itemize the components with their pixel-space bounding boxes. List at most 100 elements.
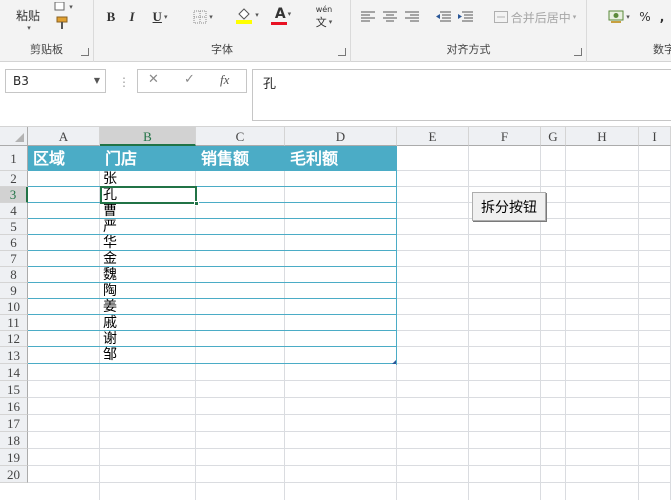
store-cell[interactable]: 陶 xyxy=(100,284,196,298)
column-header[interactable]: B xyxy=(100,127,196,146)
store-cell[interactable]: 戚 xyxy=(100,316,196,330)
row-header[interactable]: 16 xyxy=(0,398,28,415)
decrease-indent-button[interactable] xyxy=(433,6,453,28)
bold-button[interactable]: B xyxy=(102,6,120,28)
column-header[interactable]: G xyxy=(541,127,566,146)
table-row-border xyxy=(28,330,397,331)
store-cell[interactable]: 曹 xyxy=(100,204,196,218)
align-left-icon xyxy=(361,11,375,22)
column-header[interactable]: I xyxy=(639,127,671,146)
column-header[interactable]: E xyxy=(397,127,469,146)
gridline xyxy=(28,397,671,398)
split-button[interactable]: 拆分按钮 xyxy=(472,192,546,221)
table-header-cell[interactable]: 区域 xyxy=(28,146,100,171)
table-row-border xyxy=(28,266,397,267)
formula-input[interactable]: 孔 xyxy=(252,69,671,121)
insert-function-button[interactable]: fx xyxy=(220,72,229,88)
row-header[interactable]: 9 xyxy=(0,283,28,299)
table-row-border xyxy=(28,314,397,315)
store-cell[interactable]: 谢 xyxy=(100,332,196,346)
phonetic-top: wén xyxy=(315,4,333,14)
borders-button[interactable]: ▾ xyxy=(188,6,218,28)
align-left-button[interactable] xyxy=(359,6,377,28)
column-header[interactable]: C xyxy=(196,127,285,146)
formula-bar: B3 ▼ ⋮ ✕ ✓ fx 孔 xyxy=(0,62,671,127)
percent-button[interactable]: % xyxy=(637,6,653,28)
row-header[interactable]: 2 xyxy=(0,171,28,187)
column-header[interactable]: H xyxy=(566,127,639,146)
fill-color-icon xyxy=(236,8,253,24)
number-group-label: 数字 xyxy=(653,43,671,56)
clipboard-group: 粘贴 ▾ ▾ 剪贴板 xyxy=(0,0,94,62)
select-all-button[interactable] xyxy=(0,127,28,146)
column-header[interactable]: D xyxy=(285,127,397,146)
table-header-cell[interactable]: 销售额 xyxy=(196,146,285,171)
row-header[interactable]: 19 xyxy=(0,449,28,466)
table-row-border xyxy=(28,346,397,347)
chevron-down-icon: ▾ xyxy=(255,11,259,19)
store-cell[interactable]: 华 xyxy=(100,236,196,250)
increase-indent-icon xyxy=(458,11,473,22)
table-row-border xyxy=(28,186,397,187)
table-header-cell[interactable]: 毛利额 xyxy=(285,146,397,171)
table-row-border xyxy=(28,234,397,235)
row-header[interactable]: 10 xyxy=(0,299,28,315)
table-resize-handle[interactable] xyxy=(392,360,396,364)
align-right-button[interactable] xyxy=(403,6,421,28)
dialog-launcher-icon[interactable] xyxy=(338,48,346,56)
paste-button[interactable]: 粘贴 ▾ xyxy=(8,2,48,36)
font-color-button[interactable]: A ▾ xyxy=(266,4,300,26)
chevron-down-icon: ▾ xyxy=(69,3,73,11)
fill-handle[interactable] xyxy=(194,201,199,206)
row-header[interactable]: 7 xyxy=(0,251,28,267)
row-header[interactable]: 15 xyxy=(0,381,28,398)
row-header[interactable]: 12 xyxy=(0,331,28,347)
row-header[interactable]: 20 xyxy=(0,466,28,483)
dialog-launcher-icon[interactable] xyxy=(81,48,89,56)
row-header[interactable]: 4 xyxy=(0,203,28,219)
format-painter-icon xyxy=(56,16,68,29)
table-row-border xyxy=(28,218,397,219)
row-header[interactable]: 3 xyxy=(0,187,28,203)
row-header[interactable]: 8 xyxy=(0,267,28,283)
enter-icon[interactable]: ✓ xyxy=(184,72,195,87)
formula-bar-grip-icon[interactable]: ⋮ xyxy=(118,75,130,89)
store-cell[interactable]: 邹 xyxy=(100,348,196,362)
chevron-down-icon: ▾ xyxy=(163,13,168,21)
row-header[interactable]: 13 xyxy=(0,347,28,364)
accounting-format-button[interactable]: ▾ xyxy=(603,6,635,28)
row-header[interactable]: 17 xyxy=(0,415,28,432)
paste-label: 粘贴 xyxy=(15,8,40,23)
dialog-launcher-icon[interactable] xyxy=(574,48,582,56)
row-header[interactable]: 14 xyxy=(0,364,28,381)
row-header[interactable]: 5 xyxy=(0,219,28,235)
align-center-icon xyxy=(383,11,397,22)
table-row-border xyxy=(28,363,397,364)
store-cell[interactable]: 姜 xyxy=(100,300,196,314)
store-cell[interactable]: 严 xyxy=(100,220,196,234)
chevron-down-icon: ▾ xyxy=(626,13,630,21)
phonetic-button[interactable]: wén 文 ▾ xyxy=(306,2,342,32)
fill-color-button[interactable]: ▾ xyxy=(232,4,262,26)
align-center-button[interactable] xyxy=(381,6,399,28)
column-header[interactable]: A xyxy=(28,127,100,146)
row-header[interactable]: 11 xyxy=(0,315,28,331)
decrease-indent-icon xyxy=(436,11,451,22)
select-all-icon xyxy=(15,133,24,142)
store-cell[interactable]: 魏 xyxy=(100,268,196,282)
merge-center-button[interactable]: 合并后居中 ▾ xyxy=(487,6,583,28)
row-header[interactable]: 1 xyxy=(0,146,28,171)
format-painter-button[interactable] xyxy=(52,12,74,34)
cancel-icon[interactable]: ✕ xyxy=(148,72,159,87)
store-cell[interactable]: 张 xyxy=(100,172,196,186)
underline-button[interactable]: U ▾ xyxy=(144,6,176,28)
name-box[interactable]: B3 ▼ xyxy=(5,69,106,93)
table-header-cell[interactable]: 门店 xyxy=(100,146,196,171)
increase-indent-button[interactable] xyxy=(455,6,475,28)
row-header[interactable]: 6 xyxy=(0,235,28,251)
column-header[interactable]: F xyxy=(469,127,541,146)
row-header[interactable]: 18 xyxy=(0,432,28,449)
comma-button[interactable]: , xyxy=(655,6,669,28)
store-cell[interactable]: 金 xyxy=(100,252,196,266)
italic-button[interactable]: I xyxy=(124,6,140,28)
